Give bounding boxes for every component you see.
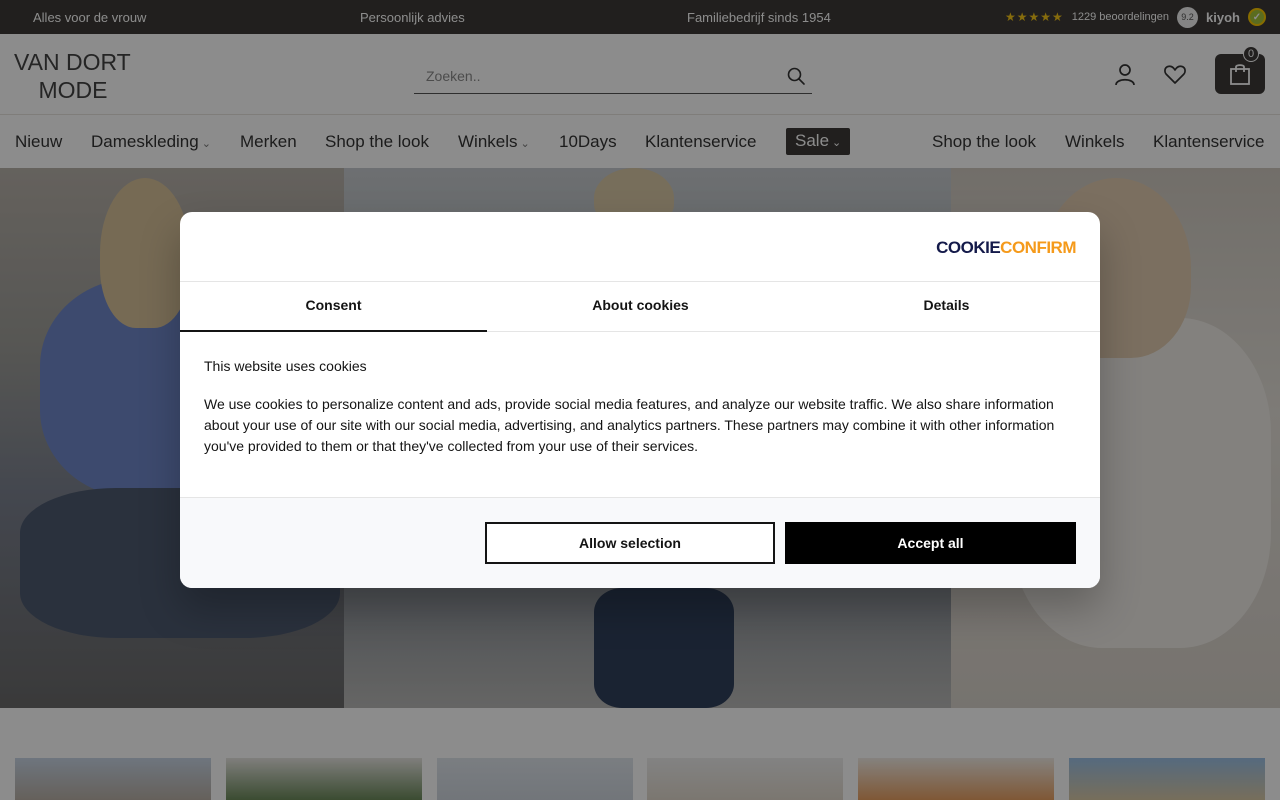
dialog-header: COOKIECONFIRM — [180, 212, 1100, 282]
accept-all-button[interactable]: Accept all — [785, 522, 1076, 564]
cookieconfirm-logo: COOKIECONFIRM — [936, 238, 1076, 258]
logo-text: COOKIE — [936, 238, 1001, 257]
tab-about-cookies[interactable]: About cookies — [487, 283, 794, 332]
dialog-tabs: Consent About cookies Details — [180, 283, 1100, 332]
dialog-footer: Allow selection Accept all — [180, 497, 1100, 588]
tab-details[interactable]: Details — [793, 283, 1100, 332]
dialog-body: This website uses cookies We use cookies… — [204, 358, 1076, 457]
dialog-title: This website uses cookies — [204, 358, 367, 374]
cookie-consent-dialog: COOKIECONFIRM Consent About cookies Deta… — [180, 212, 1100, 588]
tab-consent[interactable]: Consent — [180, 283, 487, 332]
allow-selection-button[interactable]: Allow selection — [485, 522, 775, 564]
logo-text: CONFIRM — [1000, 238, 1076, 257]
dialog-description: We use cookies to personalize content an… — [204, 396, 1055, 454]
